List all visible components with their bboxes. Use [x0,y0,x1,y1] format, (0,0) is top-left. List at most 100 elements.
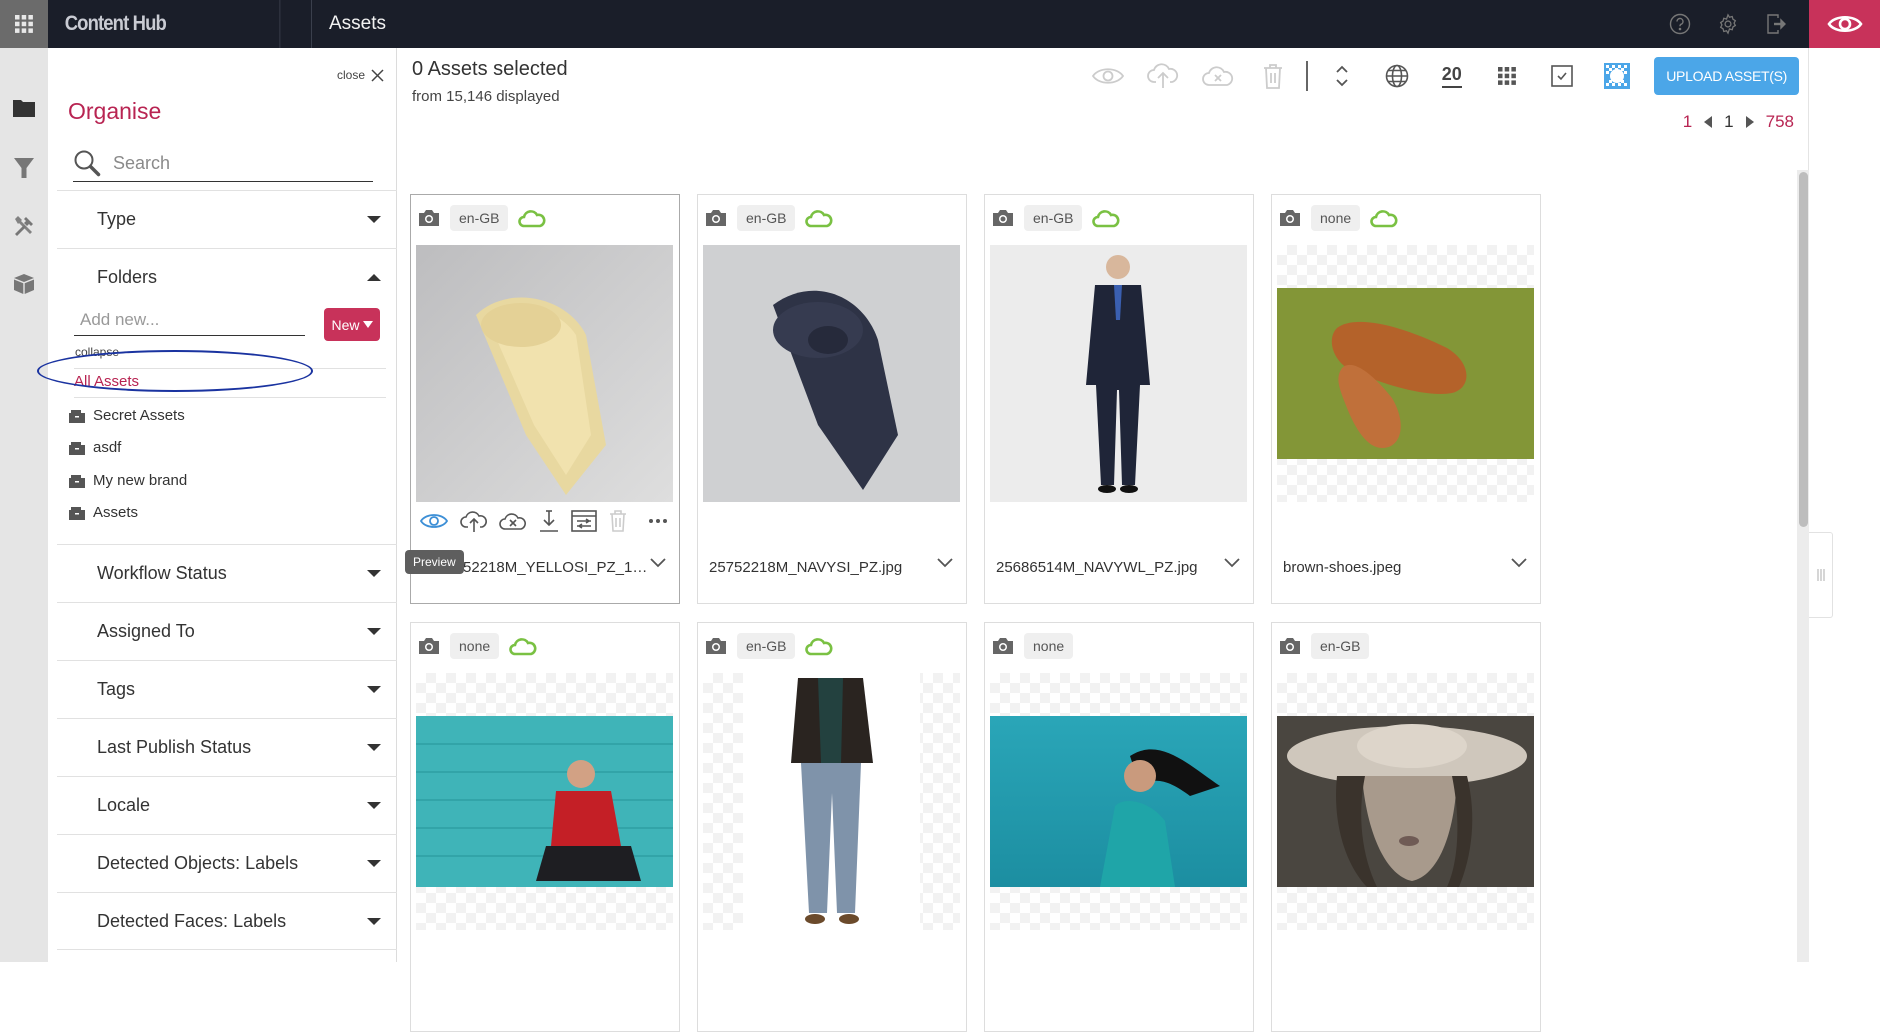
brand-logo[interactable]: Content Hub [48,0,312,48]
locale-badge: en-GB [737,205,796,231]
app-grid-button[interactable] [0,0,48,48]
folder-all-assets[interactable]: All Assets [74,373,139,390]
pagination: 1 1 758 [1683,112,1794,132]
prev-page-icon[interactable] [1704,116,1713,128]
publish-selected-button[interactable] [1135,56,1190,96]
search-field[interactable] [73,146,373,182]
add-folder-field[interactable] [74,310,305,336]
delete-selected-button[interactable] [1245,56,1300,96]
collapse-folders-link[interactable]: collapse [75,345,119,359]
asset-card[interactable]: none [984,622,1254,1032]
publish-icon[interactable] [460,509,488,533]
first-page-link[interactable]: 1 [1683,112,1692,132]
close-panel-button[interactable]: close [337,68,384,82]
preview-mode-button[interactable] [1809,0,1880,48]
caret-down-icon [367,917,381,925]
settings-button[interactable] [1704,0,1752,48]
asset-thumbnail[interactable] [416,245,673,502]
man-jacket-jeans-image [743,673,920,930]
page-size-selector[interactable]: 20 [1424,56,1479,96]
chevron-down-icon[interactable] [1223,557,1241,569]
next-page-icon[interactable] [1745,116,1754,128]
asset-card[interactable]: none [410,622,680,1032]
asset-thumbnail[interactable] [990,673,1247,930]
asset-thumbnail[interactable] [990,245,1247,502]
folder-label: Secret Assets [93,407,185,424]
folder-label: My new brand [93,472,188,489]
facet-assigned-to[interactable]: Assigned To [57,602,397,660]
last-page-link[interactable]: 758 [1766,112,1794,132]
folder-item[interactable]: Assets [68,504,138,521]
more-icon[interactable] [647,516,669,526]
folder-item[interactable]: asdf [68,439,121,456]
caret-down-icon [367,744,381,751]
preview-icon[interactable] [419,511,449,531]
rail-folders-button[interactable] [10,94,38,122]
camera-icon [1280,638,1300,654]
locale-button[interactable] [1369,56,1424,96]
facet-detected-faces[interactable]: Detected Faces: Labels [57,892,397,950]
trash-icon[interactable] [608,510,628,532]
select-all-button[interactable] [1534,56,1589,96]
caret-down-icon [367,860,381,867]
download-icon[interactable] [538,509,560,533]
unpublish-selected-button[interactable] [1190,56,1245,96]
folder-drawer-icon [69,474,85,488]
scrollbar-thumb[interactable] [1799,172,1808,527]
facet-type[interactable]: Type [57,190,397,248]
unpublish-icon[interactable] [499,510,527,532]
camera-icon [706,638,726,654]
folder-drawer-icon [69,506,85,520]
rail-filter-button[interactable] [10,154,38,182]
page-title: Assets [329,13,387,34]
transparency-toggle-button[interactable] [1589,56,1644,96]
asset-card[interactable]: none brown-shoes.jpeg [1271,194,1541,604]
brand-name: Content Hub [48,0,281,48]
asset-card[interactable]: en-GB [697,622,967,1032]
asset-thumbnail[interactable] [703,245,960,502]
facet-last-publish-status[interactable]: Last Publish Status [57,718,397,776]
locale-badge: none [1311,205,1361,231]
add-folder-input[interactable] [74,310,305,330]
folder-item[interactable]: Secret Assets [68,407,185,424]
rail-packages-button[interactable] [10,270,38,298]
sort-button[interactable] [1314,56,1369,96]
edit-metadata-icon[interactable] [571,510,597,532]
folder-item[interactable]: My new brand [68,472,187,489]
asset-card[interactable]: en-GB 25686514M_NAVYWL_PZ.jpg [984,194,1254,604]
displayed-count: from 15,146 displayed [412,88,560,105]
asset-card[interactable]: en-GB [1271,622,1541,1032]
new-folder-button[interactable]: New [324,308,380,341]
upload-assets-button[interactable]: UPLOAD ASSET(S) [1654,57,1799,95]
chevron-down-icon[interactable] [649,557,667,569]
search-input[interactable] [113,153,353,174]
toolbar-divider [1306,61,1309,91]
help-button[interactable] [1656,0,1704,48]
camera-icon [706,210,726,226]
current-page: 1 [1724,112,1734,131]
close-label: close [336,68,365,82]
facet-folders[interactable]: Folders [57,248,397,306]
asset-thumbnail[interactable] [703,673,960,930]
facet-tags[interactable]: Tags [57,660,397,718]
asset-thumbnail[interactable] [1277,673,1534,930]
rail-tools-button[interactable] [10,212,38,240]
chevron-down-icon[interactable] [1510,557,1528,569]
preview-selected-button[interactable] [1080,56,1135,96]
man-red-sweater-image [416,716,673,887]
cloud-published-icon [805,638,833,656]
facet-detected-objects[interactable]: Detected Objects: Labels [57,834,397,892]
side-panel-handle[interactable] [1809,532,1833,618]
asset-thumbnail[interactable] [416,673,673,930]
logout-button[interactable] [1752,0,1800,48]
asset-card[interactable]: en-GB 25752218M_YELLOSI_PZ_1.... Preview [405,194,680,604]
chevron-down-icon[interactable] [936,557,954,569]
caret-down-icon [367,570,381,577]
asset-thumbnail[interactable] [1277,245,1534,502]
facet-label: Folders [97,267,158,287]
asset-card[interactable]: en-GB 25752218M_NAVYSI_PZ.jpg [697,194,967,604]
cloud-published-icon [1092,210,1120,228]
facet-locale[interactable]: Locale [57,776,397,834]
facet-workflow-status[interactable]: Workflow Status [57,544,397,602]
grid-view-button[interactable] [1479,56,1534,96]
